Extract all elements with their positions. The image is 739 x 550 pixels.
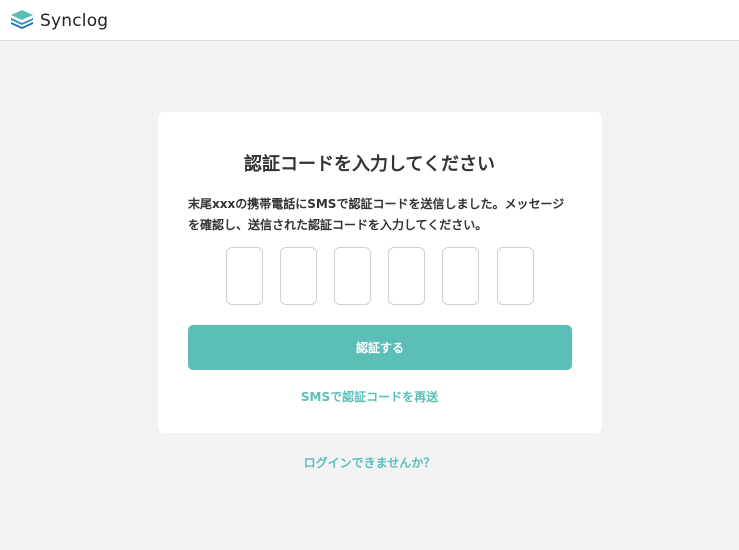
layers-icon bbox=[10, 9, 34, 33]
code-digit-5-input[interactable] bbox=[442, 247, 479, 305]
code-digit-2-input[interactable] bbox=[280, 247, 317, 305]
code-digit-6-input[interactable] bbox=[497, 247, 534, 305]
code-digit-1-input[interactable] bbox=[226, 247, 263, 305]
verify-button[interactable]: 認証する bbox=[188, 325, 572, 370]
brand-logo[interactable]: Synclog bbox=[10, 9, 108, 33]
verification-description: 末尾xxxの携帯電話にSMSで認証コードを送信しました。メッセージを確認し、送信… bbox=[188, 197, 565, 232]
app-header: Synclog bbox=[0, 0, 739, 41]
page-title: 認証コードを入力してください bbox=[244, 154, 495, 175]
resend-sms-link[interactable]: SMSで認証コードを再送 bbox=[0, 388, 739, 405]
brand-name: Synclog bbox=[40, 11, 109, 31]
cant-login-link[interactable]: ログインできませんか？ bbox=[0, 454, 739, 471]
code-digit-4-input[interactable] bbox=[388, 247, 425, 305]
code-digit-3-input[interactable] bbox=[334, 247, 371, 305]
